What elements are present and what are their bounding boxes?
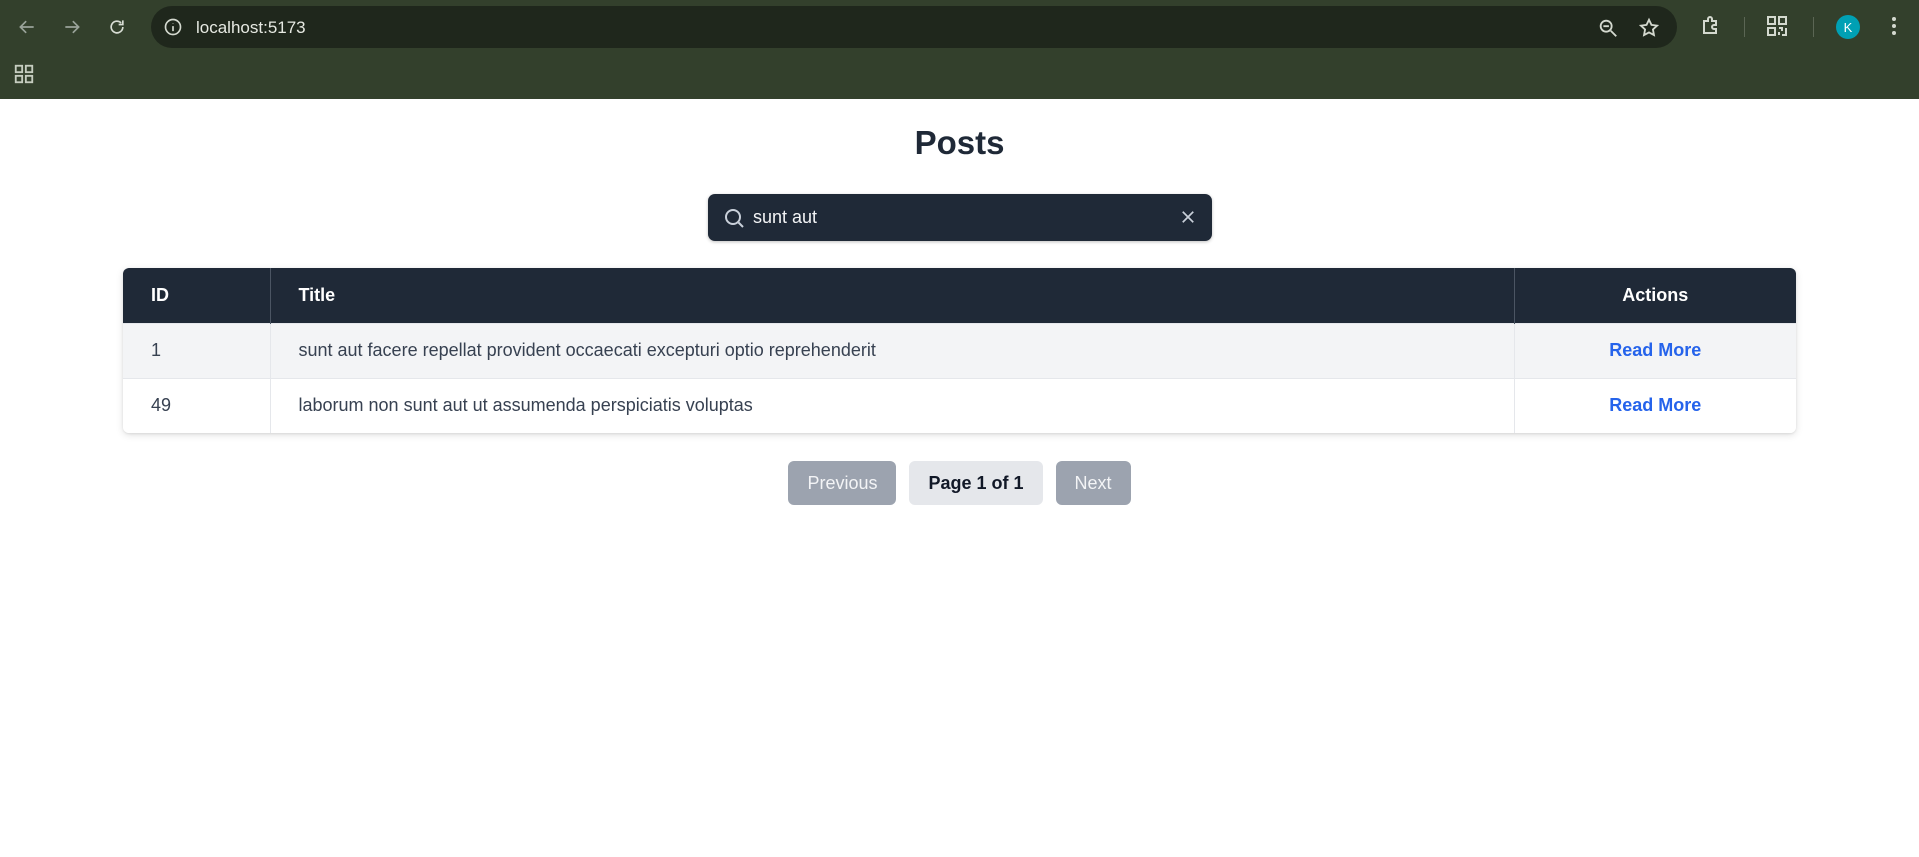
previous-button[interactable]: Previous bbox=[788, 461, 897, 505]
address-url[interactable]: localhost:5173 bbox=[196, 18, 306, 38]
kebab-menu-icon[interactable] bbox=[1882, 14, 1906, 38]
puzzle-icon[interactable] bbox=[1699, 14, 1723, 38]
reload-button[interactable] bbox=[102, 12, 132, 42]
address-bar[interactable]: localhost:5173 bbox=[151, 6, 1677, 48]
post-id: 49 bbox=[123, 378, 271, 433]
search-icon bbox=[725, 209, 744, 228]
post-id: 1 bbox=[123, 323, 271, 378]
arrow-right-icon bbox=[65, 20, 80, 34]
qr-code-icon[interactable] bbox=[1765, 14, 1789, 38]
table-header-row: ID Title Actions bbox=[123, 268, 1796, 323]
next-button[interactable]: Next bbox=[1055, 461, 1131, 505]
table-row: 1 sunt aut facere repellat provident occ… bbox=[123, 323, 1796, 378]
read-more-link[interactable]: Read More bbox=[1609, 340, 1701, 360]
column-header-title: Title bbox=[270, 268, 1515, 323]
actions-cell: Read More bbox=[1514, 323, 1796, 378]
post-title: sunt aut facere repellat provident occae… bbox=[270, 323, 1515, 378]
reload-icon bbox=[110, 20, 124, 34]
pagination: Previous Page 1 of 1 Next bbox=[0, 461, 1919, 505]
page-title: Posts bbox=[914, 124, 1005, 161]
zoom-out-icon[interactable] bbox=[1597, 17, 1619, 39]
arrow-left-icon bbox=[19, 20, 34, 34]
actions-cell: Read More bbox=[1514, 378, 1796, 433]
close-icon[interactable] bbox=[1179, 208, 1197, 226]
browser-chrome: localhost:5173 K bbox=[0, 0, 1919, 99]
table-row: 49 laborum non sunt aut ut assumenda per… bbox=[123, 378, 1796, 433]
back-button[interactable] bbox=[12, 12, 42, 42]
page-indicator: Page 1 of 1 bbox=[909, 461, 1043, 505]
toolbar-divider bbox=[1813, 17, 1814, 37]
apps-grid-icon[interactable] bbox=[13, 63, 35, 85]
search-bar[interactable] bbox=[708, 194, 1212, 241]
column-header-actions: Actions bbox=[1622, 284, 1689, 305]
toolbar-divider bbox=[1744, 17, 1745, 37]
info-icon[interactable] bbox=[163, 17, 183, 37]
column-header-id: ID bbox=[123, 268, 271, 323]
browser-toolbar: localhost:5173 K bbox=[0, 0, 1919, 54]
star-icon[interactable] bbox=[1638, 17, 1660, 39]
profile-avatar[interactable]: K bbox=[1836, 15, 1860, 39]
posts-table: ID Title Actions 1 sunt aut facere repel… bbox=[123, 268, 1796, 433]
read-more-link[interactable]: Read More bbox=[1609, 395, 1701, 415]
search-input[interactable] bbox=[753, 202, 1153, 233]
forward-button[interactable] bbox=[57, 12, 87, 42]
post-title: laborum non sunt aut ut assumenda perspi… bbox=[270, 378, 1515, 433]
